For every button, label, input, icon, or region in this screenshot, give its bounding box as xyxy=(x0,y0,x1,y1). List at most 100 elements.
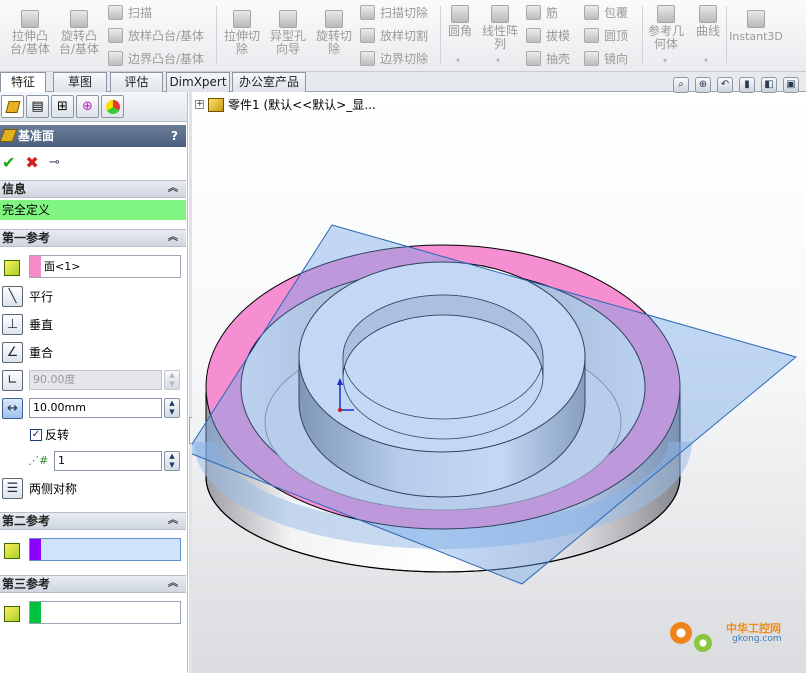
shell-button[interactable]: 抽壳 xyxy=(526,49,570,67)
plane-count-icon: ⋰# xyxy=(28,453,49,467)
first-reference-selection-box[interactable]: 面<1> xyxy=(29,255,181,278)
fillet-button[interactable]: 圆角 xyxy=(444,5,476,38)
second-reference-section-header[interactable]: 第二参考 ︽ xyxy=(0,512,186,530)
checkmark-icon: ✓ xyxy=(30,428,42,441)
offset-distance-option[interactable]: ↔ xyxy=(2,397,29,419)
dimxpert-icon: ⊕ xyxy=(82,99,93,114)
info-section-header[interactable]: 信息 ︽ xyxy=(0,180,186,198)
angle-icon: ∟ xyxy=(2,369,23,391)
feature-tree-flyout[interactable]: + 零件1 (默认<<默认>_显... xyxy=(195,96,376,113)
sweep-label: 扫描 xyxy=(128,5,153,20)
property-manager-tab[interactable]: ▤ xyxy=(26,95,49,118)
revolve-boss-label: 旋转凸 台/基体 xyxy=(58,29,100,56)
part-node-label[interactable]: 零件1 (默认<<默认>_显... xyxy=(228,96,376,113)
coincident-label: 重合 xyxy=(29,345,54,360)
angle-spinner[interactable]: ▲ ▼ xyxy=(164,370,180,390)
plane-icon xyxy=(0,129,18,142)
mid-plane-label: 两侧对称 xyxy=(29,481,78,496)
parallel-label: 平行 xyxy=(29,289,54,304)
first-reference-section-header[interactable]: 第一参考 ︽ xyxy=(0,229,186,247)
draft-button[interactable]: 拔模 xyxy=(526,26,570,44)
angle-input[interactable]: 90.00度 xyxy=(29,370,162,390)
distance-spinner[interactable]: ▲ ▼ xyxy=(164,398,180,418)
previous-view-icon[interactable]: ↶ xyxy=(717,77,733,93)
second-reference-selection-box[interactable] xyxy=(29,538,181,561)
view-orientation-icon[interactable]: ◧ xyxy=(761,77,777,93)
zoom-area-icon[interactable]: ⊕ xyxy=(695,77,711,93)
plane-count-input[interactable]: 1 xyxy=(54,451,162,471)
configuration-icon: ⊞ xyxy=(57,99,68,114)
second-reference-title: 第二参考 xyxy=(2,514,51,528)
sweep-button[interactable]: 扫描 xyxy=(108,3,152,21)
extrude-cut-button[interactable]: 拉伸切 除 xyxy=(220,10,264,56)
ok-check-icon[interactable]: ✔ xyxy=(2,153,15,172)
help-button[interactable]: ? xyxy=(171,125,178,147)
curves-button[interactable]: 曲线 xyxy=(692,5,724,38)
dome-button[interactable]: 圆顶 xyxy=(584,26,628,44)
plane-count-spinner[interactable]: ▲ ▼ xyxy=(164,451,180,471)
tab-features[interactable]: 特征 xyxy=(0,72,46,93)
display-manager-tab[interactable] xyxy=(101,95,124,118)
configuration-manager-tab[interactable]: ⊞ xyxy=(51,95,74,118)
wrap-button[interactable]: 包覆 xyxy=(584,3,628,21)
first-reference-value: 面<1> xyxy=(44,260,81,273)
info-section-title: 信息 xyxy=(2,182,27,196)
angle-option[interactable]: ∟ xyxy=(2,369,29,391)
tab-evaluate[interactable]: 评估 xyxy=(110,72,163,92)
fillet-dropdown-icon[interactable]: ▾ xyxy=(456,56,460,65)
tab-dimxpert[interactable]: DimXpert xyxy=(166,72,230,92)
property-manager-title: 基准面 xyxy=(18,129,55,143)
feature-tree-icon xyxy=(4,100,21,113)
collapse-chevron-icon[interactable]: ︽ xyxy=(168,513,178,529)
hole-wizard-label: 异型孔 向导 xyxy=(269,29,306,56)
parallel-option[interactable]: ╲ 平行 xyxy=(2,285,53,307)
linear-pattern-button[interactable]: 线性阵 列 xyxy=(480,5,520,51)
boundary-boss-icon xyxy=(108,50,123,66)
mirror-button[interactable]: 镜向 xyxy=(584,49,628,67)
tab-office-products[interactable]: 办公室产品 xyxy=(232,72,306,92)
pushpin-icon[interactable]: ⊸ xyxy=(49,155,60,170)
coincident-option[interactable]: ∠ 重合 xyxy=(2,341,53,363)
collapse-chevron-icon[interactable]: ︽ xyxy=(168,181,178,197)
hole-wizard-button[interactable]: 异型孔 向导 xyxy=(266,10,310,56)
zoom-to-fit-icon[interactable]: ⌕ xyxy=(673,77,689,93)
mid-plane-option[interactable]: ☰ 两侧对称 xyxy=(2,477,77,499)
boundary-cut-button[interactable]: 边界切除 xyxy=(360,49,428,67)
expand-icon[interactable]: + xyxy=(195,100,204,109)
manager-tabs: ▤ ⊞ ⊕ xyxy=(0,92,187,122)
sweep-cut-button[interactable]: 扫描切除 xyxy=(360,3,428,21)
loft-cut-button[interactable]: 放样切割 xyxy=(360,26,428,44)
extrude-boss-label: 拉伸凸 台/基体 xyxy=(9,29,51,56)
distance-input[interactable]: 10.00mm xyxy=(29,398,162,418)
graphics-viewport[interactable] xyxy=(192,92,806,673)
collapse-chevron-icon[interactable]: ︽ xyxy=(168,576,178,592)
display-style-icon[interactable]: ▣ xyxy=(783,77,799,93)
perpendicular-option[interactable]: ⊥ 垂直 xyxy=(2,313,53,335)
mirror-label: 镜向 xyxy=(604,51,629,66)
loft-button[interactable]: 放样凸台/基体 xyxy=(108,26,204,44)
reference-geometry-button[interactable]: 参考几 何体 xyxy=(646,5,686,51)
extrude-boss-button[interactable]: 拉伸凸 台/基体 xyxy=(8,10,52,56)
cancel-x-icon[interactable]: ✖ xyxy=(25,153,38,172)
model-view[interactable] xyxy=(192,92,806,673)
tab-sketch[interactable]: 草图 xyxy=(53,72,107,92)
revolve-boss-button[interactable]: 旋转凸 台/基体 xyxy=(57,10,101,56)
third-reference-section-header[interactable]: 第三参考 ︽ xyxy=(0,575,186,593)
first-reference-color-swatch xyxy=(30,256,41,277)
origin-point-icon xyxy=(338,408,342,412)
feature-manager-tab[interactable] xyxy=(1,95,24,118)
third-reference-selection-box[interactable] xyxy=(29,601,181,624)
revolve-cut-button[interactable]: 旋转切 除 xyxy=(312,10,356,56)
curves-dropdown-icon[interactable]: ▾ xyxy=(704,56,708,65)
dimxpert-manager-tab[interactable]: ⊕ xyxy=(76,95,99,118)
collapse-chevron-icon[interactable]: ︽ xyxy=(168,230,178,246)
flip-checkbox[interactable]: ✓ 反转 xyxy=(30,426,69,443)
rib-button[interactable]: 筋 xyxy=(526,3,558,21)
curves-icon xyxy=(699,5,717,23)
section-view-icon[interactable]: ▮ xyxy=(739,77,755,93)
instant3d-button[interactable]: Instant3D xyxy=(729,10,783,43)
pattern-dropdown-icon[interactable]: ▾ xyxy=(496,56,500,65)
refgeom-dropdown-icon[interactable]: ▾ xyxy=(663,56,667,65)
property-manager-panel: ▤ ⊞ ⊕ 基准面 ? ✔ ✖ ⊸ 信息 ︽ 完全定义 第一参考 ︽ 面<1> … xyxy=(0,92,188,673)
boundary-boss-button[interactable]: 边界凸台/基体 xyxy=(108,49,204,67)
